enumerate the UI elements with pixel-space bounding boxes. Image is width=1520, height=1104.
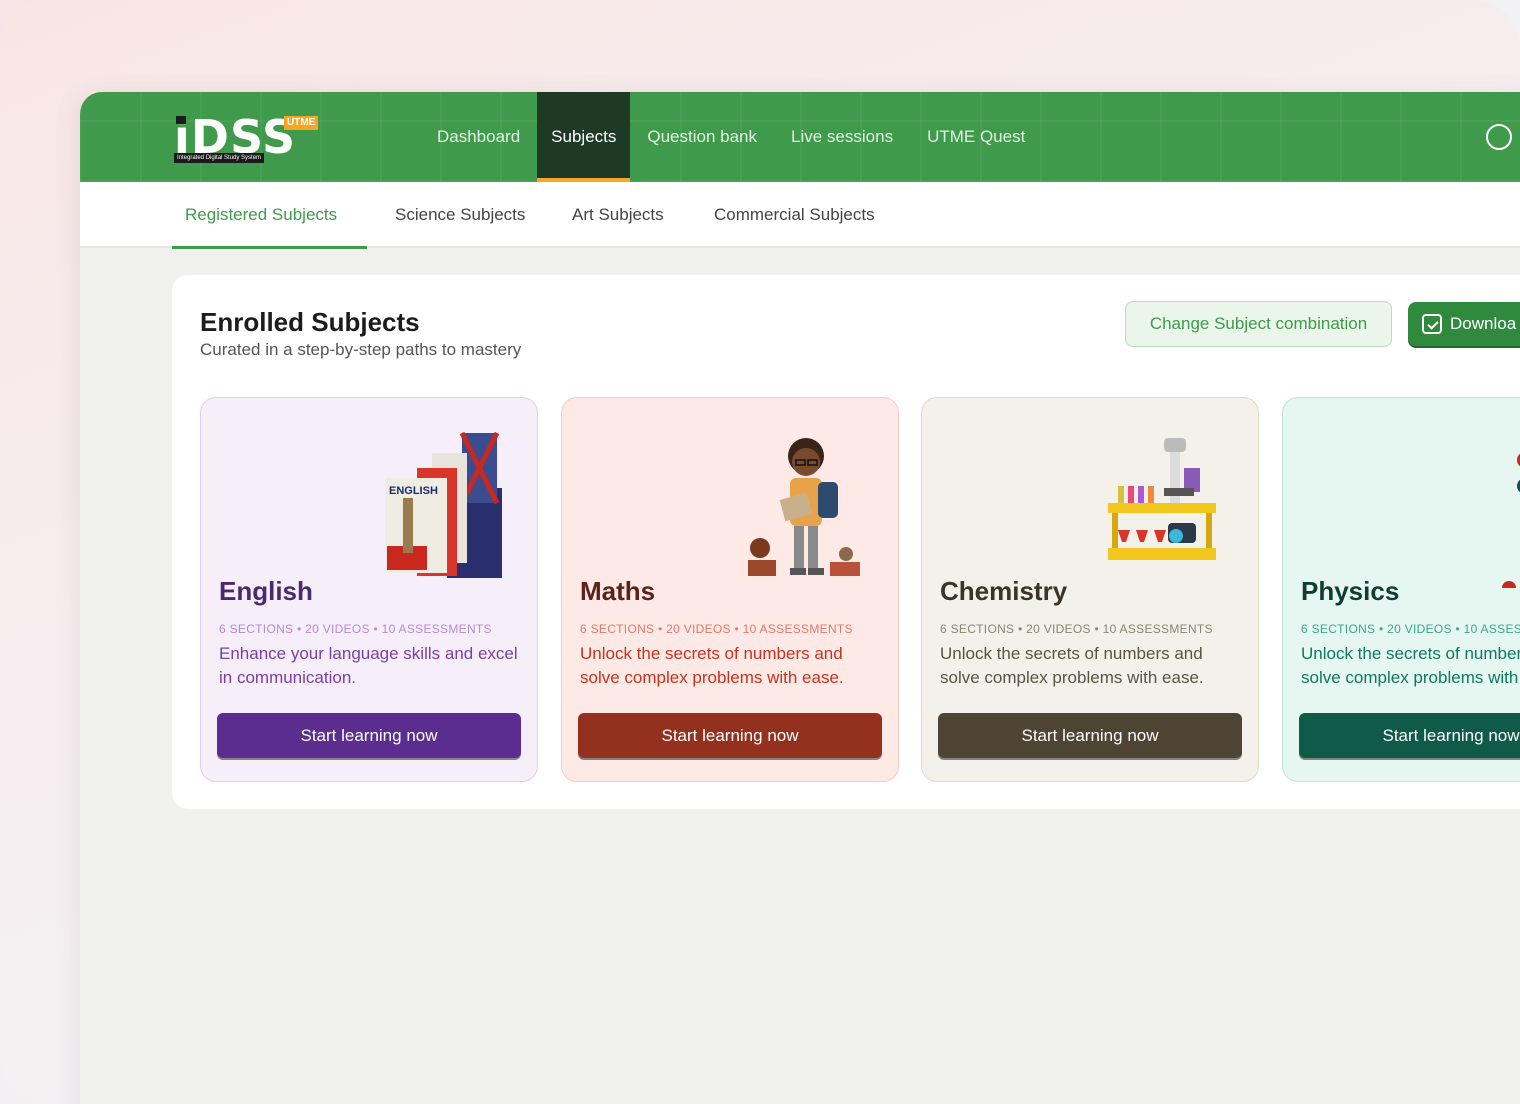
download-button-label: Downloa	[1450, 314, 1517, 333]
card-meta: 6 SECTIONS • 20 VIDEOS • 10 ASSESSMENTS	[219, 622, 492, 636]
logo-subtitle: Integrated Digital Study System	[174, 153, 265, 163]
start-learning-button-maths[interactable]: Start learning now	[578, 713, 882, 758]
download-button[interactable]: Downloa	[1408, 302, 1520, 346]
active-tab-indicator	[172, 246, 367, 249]
nav-question-bank[interactable]: Question bank	[630, 92, 774, 182]
nav-subjects[interactable]: Subjects	[537, 92, 631, 182]
book-label: ENGLISH	[389, 485, 438, 497]
card-title: Physics	[1301, 576, 1400, 606]
start-learning-button-chemistry[interactable]: Start learning now	[938, 713, 1242, 758]
card-description: Unlock the secrets of numbers and solve …	[1301, 644, 1520, 687]
lab-equipment-illustration-icon	[1108, 438, 1216, 560]
card-description: Unlock the secrets of numbers and solve …	[940, 644, 1204, 687]
section-title: Enrolled Subjects	[200, 307, 420, 337]
nav-live-sessions[interactable]: Live sessions	[774, 92, 910, 182]
physics-illustration-icon	[1502, 453, 1520, 588]
top-navigation: iDSS UTME Integrated Digital Study Syste…	[80, 92, 1520, 182]
logo[interactable]: iDSS UTME Integrated Digital Study Syste…	[174, 114, 324, 164]
nav-utme-quest[interactable]: UTME Quest	[910, 92, 1042, 182]
change-subject-combination-button[interactable]: Change Subject combination	[1125, 301, 1392, 347]
card-meta: 6 SECTIONS • 20 VIDEOS • 10 ASSESSMENTS	[580, 622, 853, 636]
logo-badge: UTME	[284, 116, 319, 130]
subject-card-maths[interactable]: Maths 6 SECTIONS • 20 VIDEOS • 10 ASSESS…	[561, 397, 899, 782]
tab-art-subjects[interactable]: Art Subjects	[572, 182, 664, 248]
student-illustration-icon	[748, 438, 860, 576]
tab-registered-subjects[interactable]: Registered Subjects	[185, 182, 337, 248]
start-learning-button-english[interactable]: Start learning now	[217, 713, 521, 758]
card-description: Enhance your language skills and excel i…	[219, 644, 518, 687]
card-title: English	[219, 576, 313, 606]
subject-card-chemistry[interactable]: Chemistry 6 SECTIONS • 20 VIDEOS • 10 AS…	[921, 397, 1259, 782]
tab-commercial-subjects[interactable]: Commercial Subjects	[714, 182, 875, 248]
card-title: Chemistry	[940, 576, 1068, 606]
app-window: iDSS UTME Integrated Digital Study Syste…	[80, 92, 1520, 1104]
search-icon[interactable]	[1486, 124, 1512, 150]
download-icon	[1422, 314, 1442, 334]
subject-card-english[interactable]: ENGLISH English 6 SECTIONS • 20 VIDEOS •…	[200, 397, 538, 782]
logo-dot	[176, 116, 186, 124]
nav-dashboard[interactable]: Dashboard	[420, 92, 537, 182]
subject-tabs: Registered Subjects Science Subjects Art…	[80, 182, 1520, 248]
tab-science-subjects[interactable]: Science Subjects	[395, 182, 525, 248]
background-frame: iDSS UTME Integrated Digital Study Syste…	[0, 0, 1520, 1104]
card-description: Unlock the secrets of numbers and solve …	[580, 644, 844, 687]
card-meta: 6 SECTIONS • 20 VIDEOS • 10 ASSESSMENTS	[1301, 622, 1520, 636]
card-meta: 6 SECTIONS • 20 VIDEOS • 10 ASSESSMENTS	[940, 622, 1213, 636]
card-title: Maths	[580, 576, 656, 606]
enrolled-subjects-panel: Enrolled Subjects Curated in a step-by-s…	[172, 275, 1520, 809]
section-subtitle: Curated in a step-by-step paths to maste…	[200, 340, 522, 359]
nav-items: Dashboard Subjects Question bank Live se…	[420, 92, 1042, 182]
subject-card-physics[interactable]: Physics 6 SECTIONS • 20 VIDEOS • 10 ASSE…	[1282, 397, 1520, 782]
books-illustration-icon: ENGLISH	[385, 431, 502, 578]
start-learning-button-physics[interactable]: Start learning now	[1299, 713, 1520, 758]
